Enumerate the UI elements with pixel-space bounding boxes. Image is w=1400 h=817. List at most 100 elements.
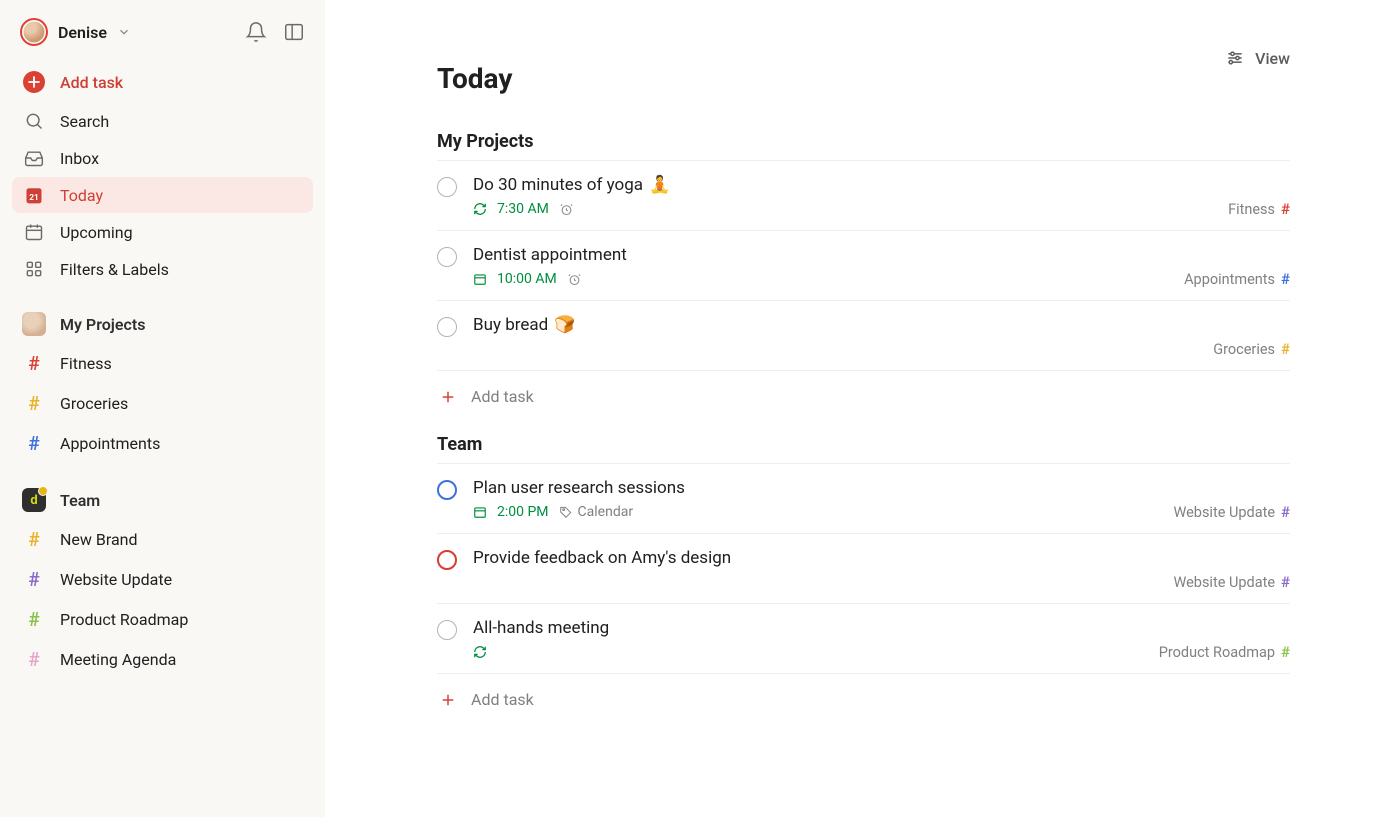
task-item[interactable]: Provide feedback on Amy's design Website… [437, 534, 1290, 604]
task-time: 7:30 AM [497, 201, 549, 217]
project-label: Appointments [60, 434, 160, 453]
folder-avatar-icon [22, 312, 46, 336]
section-header-team[interactable]: d Team [12, 482, 313, 518]
task-list: Do 30 minutes of yoga 🧘 7:30 AM [437, 160, 1290, 371]
task-body: Provide feedback on Amy's design Website… [473, 548, 1290, 591]
task-title: Dentist appointment [473, 245, 627, 265]
task-project-tag[interactable]: Groceries # [1213, 340, 1290, 358]
task-checkbox[interactable] [437, 317, 457, 337]
task-meta-left: 10:00 AM [473, 271, 582, 287]
sidebar-header: Denise [12, 14, 313, 62]
project-name: Website Update [1173, 504, 1275, 521]
grid-icon [22, 259, 46, 279]
task-label-tag[interactable]: Calendar [559, 504, 634, 520]
task-checkbox[interactable] [437, 247, 457, 267]
project-item-new-brand[interactable]: # New Brand [12, 520, 313, 559]
nav-item-filters[interactable]: Filters & Labels [12, 251, 313, 287]
calendar-icon [473, 272, 487, 286]
project-item-groceries[interactable]: # Groceries [12, 384, 313, 423]
nav-label: Filters & Labels [60, 260, 169, 279]
add-task-label: Add task [60, 73, 123, 92]
nav-item-today[interactable]: 21 Today [12, 177, 313, 213]
project-label: Meeting Agenda [60, 650, 176, 669]
task-item[interactable]: All-hands meeting Product Roadmap # [437, 604, 1290, 674]
project-name: Appointments [1184, 271, 1275, 288]
task-title: Do 30 minutes of yoga [473, 175, 643, 195]
add-task-button[interactable]: Add task [12, 62, 313, 102]
sidebar-toggle-icon[interactable] [283, 21, 305, 43]
task-meta-left [473, 645, 487, 659]
task-title: All-hands meeting [473, 618, 609, 638]
user-menu-button[interactable]: Denise [20, 18, 131, 46]
task-item[interactable]: Buy bread 🍞 Groceries # [437, 301, 1290, 371]
inbox-icon [22, 148, 46, 168]
project-label: Fitness [60, 354, 112, 373]
task-meta-left: 7:30 AM [473, 201, 574, 217]
hash-icon: # [22, 608, 46, 631]
task-title-row: Buy bread 🍞 [473, 315, 1290, 335]
nav-item-inbox[interactable]: Inbox [12, 140, 313, 176]
task-checkbox[interactable] [437, 550, 457, 570]
plus-circle-icon [22, 70, 46, 94]
task-item[interactable]: Dentist appointment 10:00 AM Appointment… [437, 231, 1290, 301]
task-checkbox[interactable] [437, 177, 457, 197]
project-item-product-roadmap[interactable]: # Product Roadmap [12, 600, 313, 639]
hash-icon: # [22, 432, 46, 455]
notifications-icon[interactable] [245, 21, 267, 43]
task-project-tag[interactable]: Website Update # [1173, 573, 1290, 591]
alarm-icon [567, 272, 582, 287]
task-project-tag[interactable]: Fitness # [1228, 200, 1290, 218]
section-title: Team [60, 491, 100, 510]
project-item-fitness[interactable]: # Fitness [12, 344, 313, 383]
task-title: Plan user research sessions [473, 478, 685, 498]
hash-icon: # [22, 568, 46, 591]
task-title-row: All-hands meeting [473, 618, 1290, 638]
hash-icon: # [1281, 503, 1290, 521]
hash-icon: # [1281, 340, 1290, 358]
project-label: Product Roadmap [60, 610, 188, 629]
nav-label: Today [60, 186, 103, 205]
task-project-tag[interactable]: Website Update # [1173, 503, 1290, 521]
project-item-appointments[interactable]: # Appointments [12, 424, 313, 463]
view-button[interactable]: View [1225, 48, 1290, 68]
hash-icon: # [22, 648, 46, 671]
task-emoji: 🍞 [554, 315, 575, 335]
project-name: Fitness [1228, 201, 1275, 218]
recurring-icon [473, 645, 487, 659]
task-meta: Website Update # [473, 573, 1290, 591]
project-name: Groceries [1213, 341, 1275, 358]
alarm-icon [559, 202, 574, 217]
task-title-row: Plan user research sessions [473, 478, 1290, 498]
task-checkbox[interactable] [437, 620, 457, 640]
task-meta: Groceries # [473, 340, 1290, 358]
task-item[interactable]: Do 30 minutes of yoga 🧘 7:30 AM [437, 161, 1290, 231]
hash-icon: # [1281, 270, 1290, 288]
task-meta: 2:00 PM Calendar Website Update # [473, 503, 1290, 521]
search-icon [22, 111, 46, 131]
add-task-row[interactable]: Add task [437, 371, 1290, 434]
project-item-meeting-agenda[interactable]: # Meeting Agenda [12, 640, 313, 679]
chevron-down-icon [117, 25, 131, 39]
calendar-today-icon: 21 [22, 185, 46, 205]
project-label: Website Update [60, 570, 172, 589]
add-task-row[interactable]: Add task [437, 674, 1290, 737]
task-title-row: Do 30 minutes of yoga 🧘 [473, 175, 1290, 195]
view-label: View [1255, 49, 1290, 68]
task-time: 10:00 AM [497, 271, 557, 287]
nav-label: Search [60, 112, 109, 131]
sliders-icon [1225, 48, 1245, 68]
section-header-my-projects[interactable]: My Projects [12, 306, 313, 342]
sidebar: Denise Add task Search Inbox [0, 0, 325, 817]
section-title: Team [437, 434, 1290, 455]
project-item-website-update[interactable]: # Website Update [12, 560, 313, 599]
task-project-tag[interactable]: Appointments # [1184, 270, 1290, 288]
nav-label: Inbox [60, 149, 99, 168]
task-checkbox[interactable] [437, 480, 457, 500]
nav-item-search[interactable]: Search [12, 103, 313, 139]
nav-item-upcoming[interactable]: Upcoming [12, 214, 313, 250]
task-project-tag[interactable]: Product Roadmap # [1159, 643, 1290, 661]
hash-icon: # [1281, 643, 1290, 661]
task-item[interactable]: Plan user research sessions 2:00 PM Cale… [437, 464, 1290, 534]
hash-icon: # [1281, 573, 1290, 591]
project-label: Groceries [60, 394, 128, 413]
